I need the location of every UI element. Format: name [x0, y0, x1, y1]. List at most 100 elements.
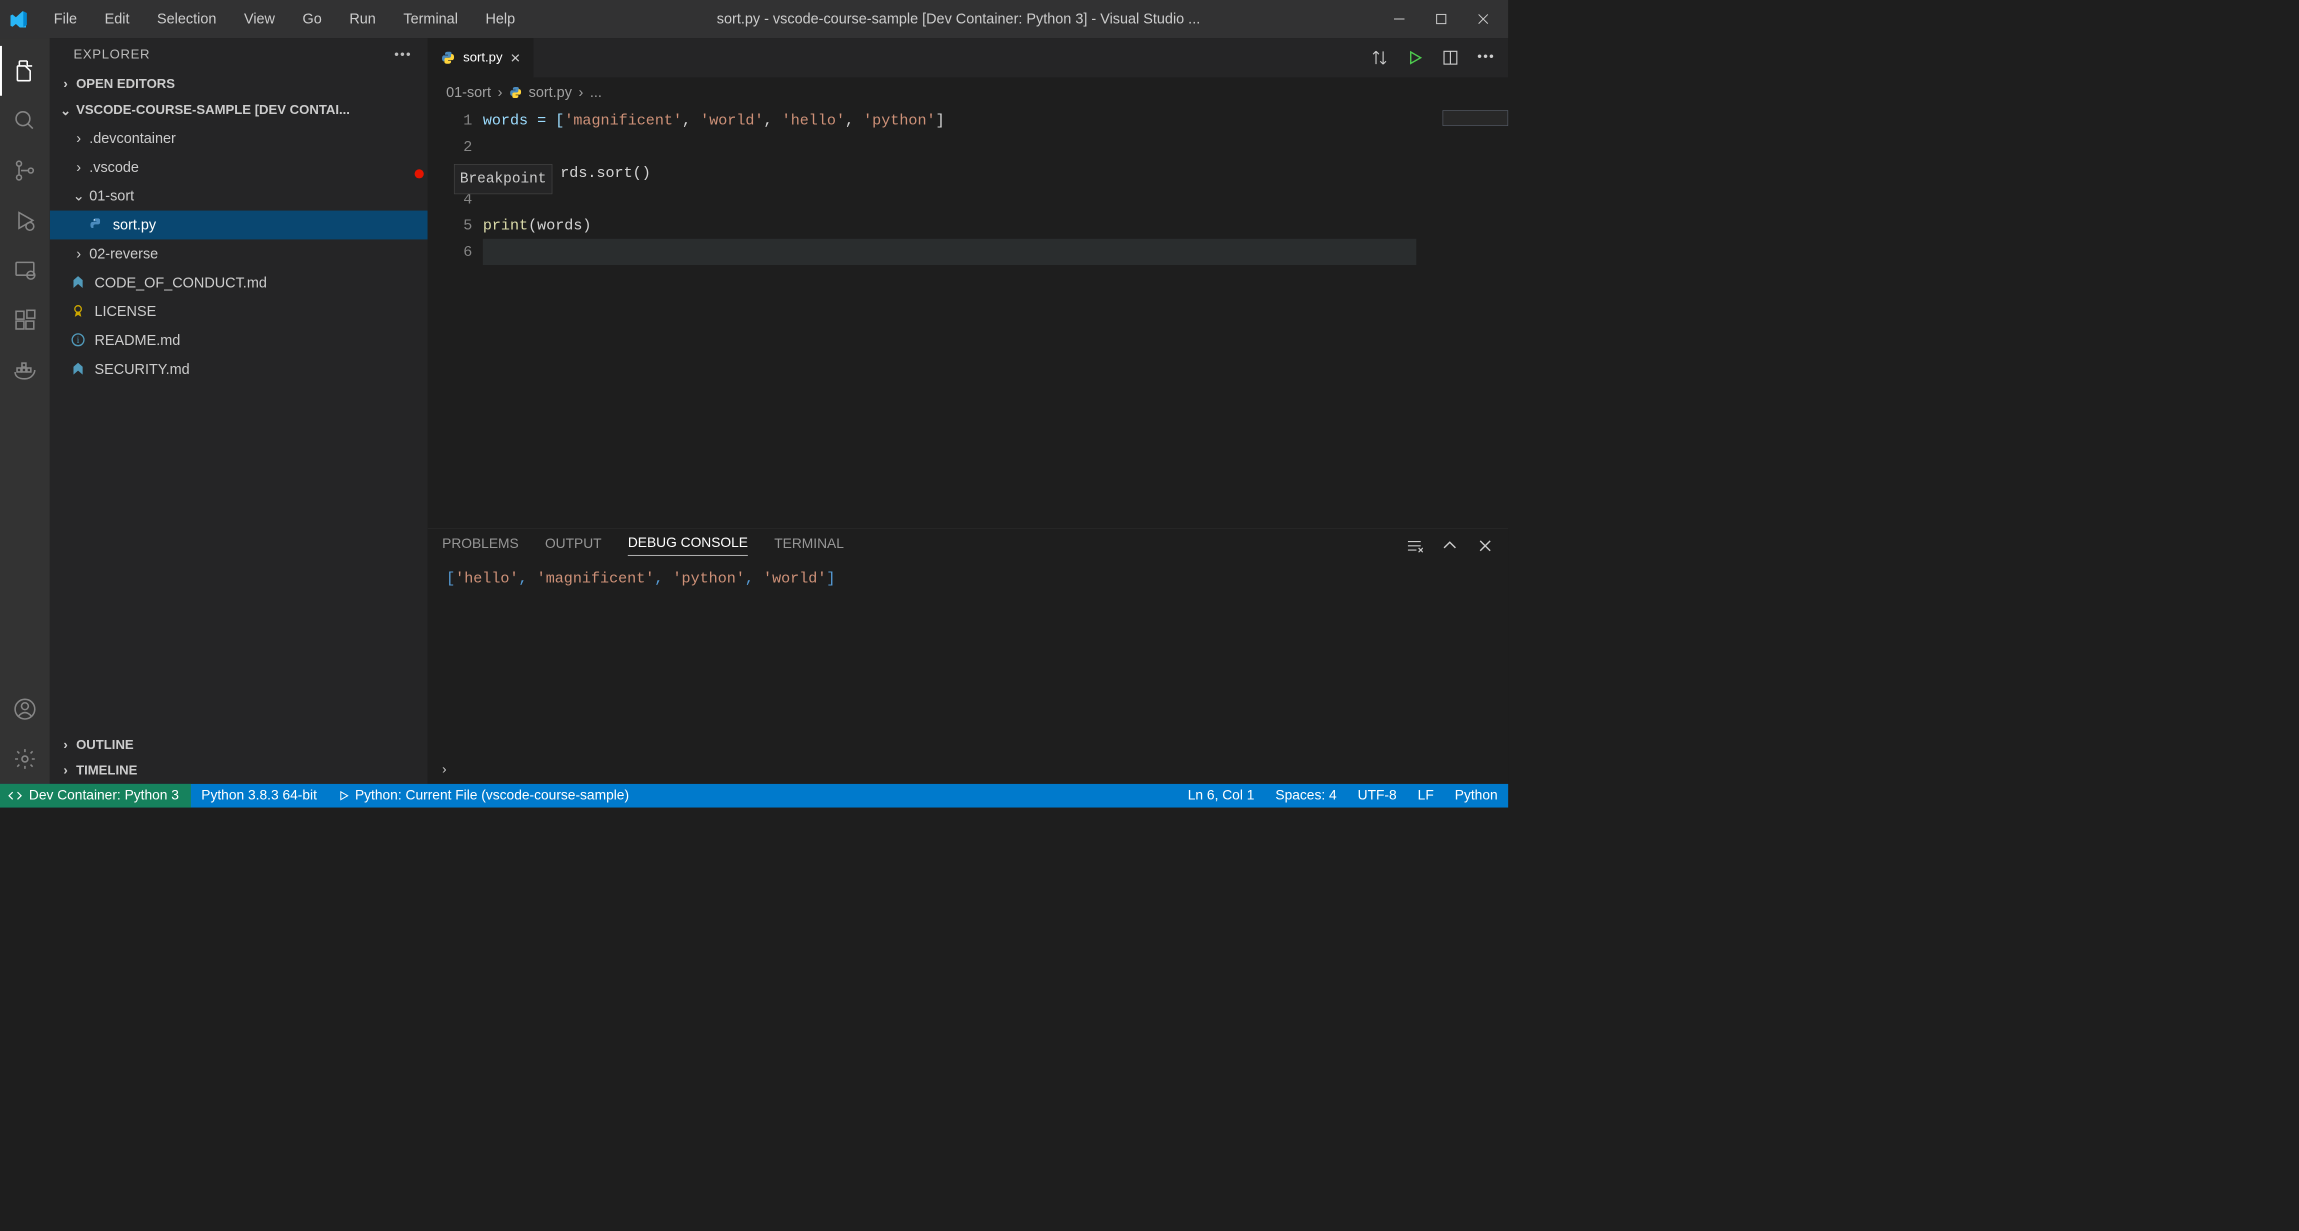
close-panel-icon[interactable]	[1477, 537, 1494, 554]
status-remote-label: Dev Container: Python 3	[29, 788, 179, 804]
chevron-right-icon: ›	[71, 245, 87, 262]
license-file-icon	[71, 304, 87, 320]
minimap[interactable]	[1416, 108, 1508, 528]
status-remote[interactable]: Dev Container: Python 3	[0, 784, 191, 808]
close-tab-icon[interactable]: ×	[510, 48, 520, 68]
code-text: ]	[936, 112, 945, 129]
search-icon[interactable]	[0, 96, 50, 146]
run-debug-icon[interactable]	[0, 195, 50, 245]
status-language[interactable]: Python	[1444, 788, 1508, 804]
breadcrumb-file[interactable]: sort.py	[529, 84, 572, 101]
chevron-down-icon: ⌄	[58, 102, 74, 118]
window-title: sort.py - vscode-course-sample [Dev Cont…	[531, 10, 1386, 27]
markdown-file-icon	[71, 275, 87, 291]
tree-folder-devcontainer[interactable]: › .devcontainer	[50, 124, 428, 153]
chevron-right-icon: ›	[58, 77, 74, 92]
chevron-right-icon: ›	[498, 84, 503, 101]
minimize-icon[interactable]	[1390, 10, 1408, 28]
panel-tab-debug-console[interactable]: DEBUG CONSOLE	[628, 535, 748, 555]
outline-header[interactable]: › OUTLINE	[50, 733, 428, 759]
menu-selection[interactable]: Selection	[145, 7, 228, 32]
code-text: rds.sort()	[560, 165, 651, 182]
panel-tab-output[interactable]: OUTPUT	[545, 536, 602, 556]
status-python[interactable]: Python 3.8.3 64-bit	[191, 788, 328, 804]
tree-folder-02-reverse[interactable]: › 02-reverse	[50, 239, 428, 268]
status-launch[interactable]: Python: Current File (vscode-course-samp…	[327, 788, 639, 804]
maximize-icon[interactable]	[1432, 10, 1450, 28]
panel-tabs: PROBLEMS OUTPUT DEBUG CONSOLE TERMINAL	[428, 529, 1508, 562]
menu-file[interactable]: File	[42, 7, 89, 32]
clear-console-icon[interactable]	[1406, 537, 1423, 554]
more-actions-icon[interactable]: •••	[1477, 49, 1495, 66]
breadcrumb-folder[interactable]: 01-sort	[446, 84, 491, 101]
panel-tab-terminal[interactable]: TERMINAL	[774, 536, 844, 556]
split-editor-icon[interactable]	[1442, 49, 1459, 66]
accounts-icon[interactable]	[0, 684, 50, 734]
menu-view[interactable]: View	[232, 7, 287, 32]
tree-label: .vscode	[89, 159, 139, 176]
svg-text:i: i	[77, 335, 80, 345]
panel: PROBLEMS OUTPUT DEBUG CONSOLE TERMINAL […	[428, 528, 1508, 784]
explorer-title: EXPLORER	[73, 47, 150, 62]
tree-file-readme[interactable]: i README.md	[50, 326, 428, 355]
menu-help[interactable]: Help	[474, 7, 527, 32]
code-text: words = [	[483, 112, 564, 129]
menu-run[interactable]: Run	[338, 7, 388, 32]
chevron-right-icon: ›	[58, 764, 74, 779]
tree-folder-vscode[interactable]: › .vscode	[50, 153, 428, 182]
vscode-logo-icon	[10, 10, 27, 27]
editor-tab-sortpy[interactable]: sort.py ×	[428, 38, 534, 77]
debug-console-output[interactable]: ['hello', 'magnificent', 'python', 'worl…	[428, 562, 1508, 756]
open-editors-header[interactable]: › OPEN EDITORS	[50, 72, 428, 98]
chevron-down-icon: ⌄	[71, 188, 87, 205]
status-encoding[interactable]: UTF-8	[1347, 788, 1407, 804]
output-text: ,	[745, 570, 763, 587]
extensions-icon[interactable]	[0, 295, 50, 345]
tree-file-license[interactable]: LICENSE	[50, 297, 428, 326]
code-text: ,	[845, 112, 863, 129]
menu-go[interactable]: Go	[291, 7, 334, 32]
tree-file-coc[interactable]: CODE_OF_CONDUCT.md	[50, 268, 428, 297]
code-editor[interactable]: 1 2 4 5 6 words = ['magnificent', 'world…	[428, 108, 1508, 528]
minimap-viewport[interactable]	[1443, 110, 1509, 126]
breakpoint-icon[interactable]	[415, 169, 424, 178]
panel-tab-problems[interactable]: PROBLEMS	[442, 536, 519, 556]
chevron-right-icon: ›	[71, 130, 87, 147]
code-content[interactable]: words = ['magnificent', 'world', 'hello'…	[483, 108, 1416, 528]
chevron-right-icon: ›	[58, 738, 74, 753]
workspace-header[interactable]: ⌄ VSCODE-COURSE-SAMPLE [DEV CONTAI...	[50, 97, 428, 124]
tree-folder-01-sort[interactable]: ⌄ 01-sort	[50, 182, 428, 211]
docker-icon[interactable]	[0, 345, 50, 395]
workspace-label: VSCODE-COURSE-SAMPLE [DEV CONTAI...	[76, 103, 350, 118]
tree-file-security[interactable]: SECURITY.md	[50, 355, 428, 384]
settings-icon[interactable]	[0, 734, 50, 784]
editor-tabs: sort.py × •••	[428, 38, 1508, 77]
menu-terminal[interactable]: Terminal	[392, 7, 470, 32]
status-launch-label: Python: Current File (vscode-course-samp…	[355, 788, 629, 804]
output-text: [	[446, 570, 455, 587]
debug-console-input[interactable]: ›	[428, 756, 1508, 784]
menu-edit[interactable]: Edit	[93, 7, 141, 32]
compare-changes-icon[interactable]	[1371, 49, 1388, 66]
run-icon[interactable]	[1406, 49, 1423, 66]
status-eol[interactable]: LF	[1407, 788, 1444, 804]
maximize-panel-icon[interactable]	[1441, 537, 1458, 554]
remote-explorer-icon[interactable]	[0, 245, 50, 295]
status-spaces[interactable]: Spaces: 4	[1265, 788, 1347, 804]
activity-bar	[0, 38, 50, 784]
tree-label: README.md	[94, 332, 180, 349]
source-control-icon[interactable]	[0, 146, 50, 196]
explorer-icon[interactable]	[0, 46, 50, 96]
more-icon[interactable]: •••	[394, 47, 412, 62]
status-bar: Dev Container: Python 3 Python 3.8.3 64-…	[0, 784, 1508, 808]
timeline-header[interactable]: › TIMELINE	[50, 758, 428, 784]
status-ln-col[interactable]: Ln 6, Col 1	[1177, 788, 1265, 804]
tree-label: CODE_OF_CONDUCT.md	[94, 274, 266, 291]
breadcrumb-tail: ...	[590, 84, 602, 101]
tree-file-sortpy[interactable]: sort.py	[50, 211, 428, 240]
code-text: ,	[764, 112, 782, 129]
chevron-right-icon: ›	[442, 762, 446, 776]
tree-label: sort.py	[113, 216, 156, 233]
breadcrumb[interactable]: 01-sort › sort.py › ...	[428, 77, 1508, 107]
close-icon[interactable]	[1474, 10, 1492, 28]
